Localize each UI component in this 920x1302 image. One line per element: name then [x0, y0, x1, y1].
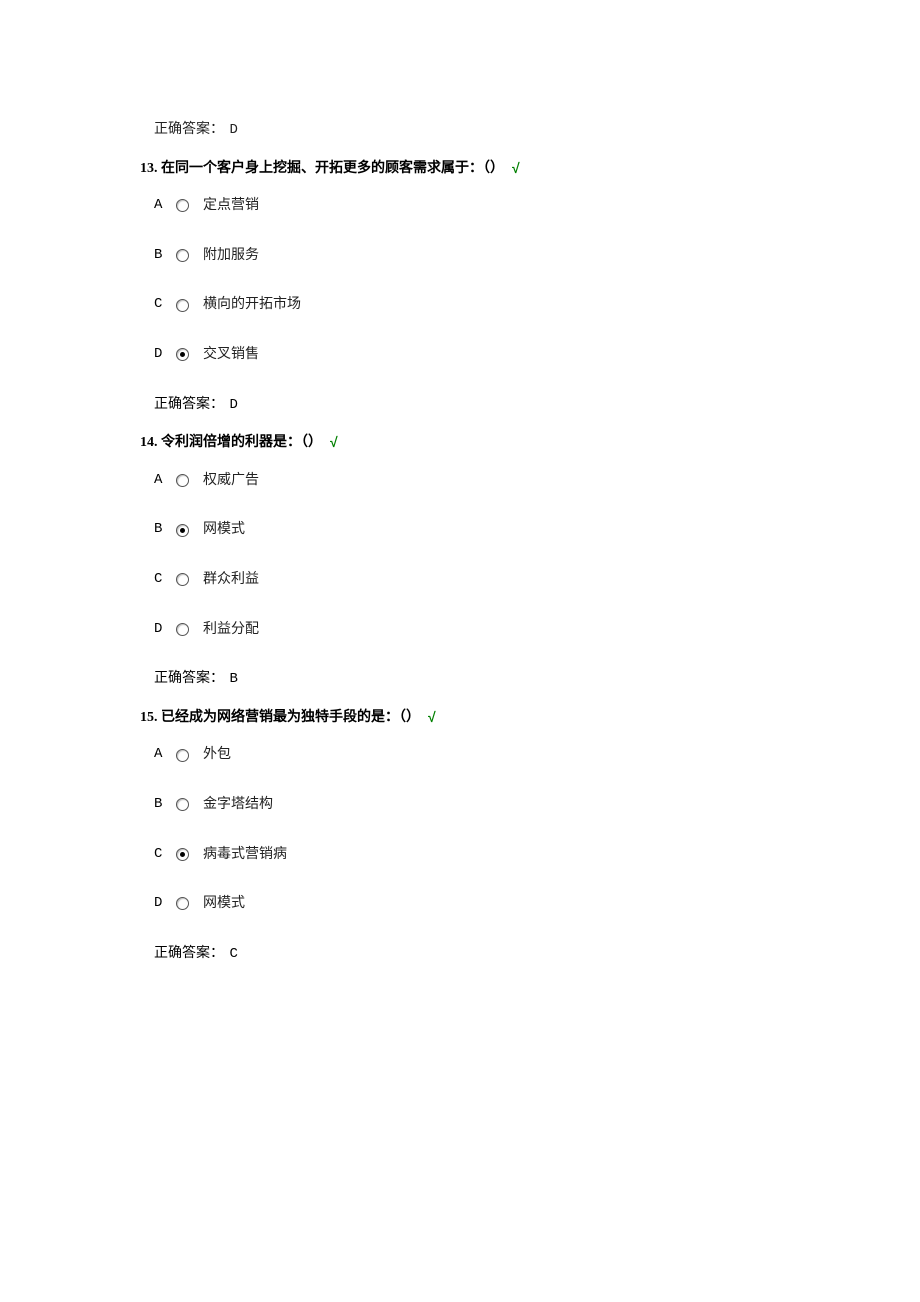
option-text: 定点营销 [203, 196, 259, 216]
option-letter: C [154, 845, 172, 865]
answer-line: 正确答案： D [154, 395, 760, 416]
option-letter: D [154, 345, 172, 365]
option-letter: C [154, 295, 172, 315]
radio-button[interactable] [176, 623, 189, 636]
option-text: 病毒式营销病 [203, 845, 287, 865]
radio-button[interactable] [176, 749, 189, 762]
answer-label: 正确答案： [154, 397, 228, 412]
question-number: 15. [140, 708, 161, 728]
check-icon: √ [512, 159, 520, 179]
question-text: 已经成为网络营销最为独特手段的是：（） [161, 708, 420, 728]
option-row: B 金字塔结构 [154, 795, 760, 815]
option-letter: B [154, 246, 172, 266]
answer-label: 正确答案： [154, 946, 228, 961]
radio-button[interactable] [176, 249, 189, 262]
option-row: D 利益分配 [154, 620, 760, 640]
option-letter: D [154, 894, 172, 914]
page-content: 正确答案： D 13. 在同一个客户身上挖掘、开拓更多的顾客需求属于：（） √ A 定… [0, 0, 760, 964]
option-text: 权威广告 [203, 471, 259, 491]
answer-value: D [230, 397, 238, 413]
option-text: 群众利益 [203, 570, 259, 590]
question-header: 15. 已经成为网络营销最为独特手段的是：（） √ [140, 708, 760, 728]
top-answer-value: D [230, 122, 238, 138]
answer-value: B [230, 671, 238, 687]
answer-value: C [230, 946, 238, 962]
radio-button[interactable] [176, 524, 189, 537]
check-icon: √ [330, 433, 338, 453]
option-letter: B [154, 795, 172, 815]
option-text: 横向的开拓市场 [203, 295, 301, 315]
option-row: B 附加服务 [154, 246, 760, 266]
option-row: A 外包 [154, 745, 760, 765]
question-header: 14. 令利润倍增的利器是：（） √ [140, 433, 760, 453]
option-row: D 网模式 [154, 894, 760, 914]
option-row: A 权威广告 [154, 471, 760, 491]
option-text: 利益分配 [203, 620, 259, 640]
radio-dot-icon [180, 528, 185, 533]
option-text: 网模式 [203, 520, 245, 540]
option-letter: D [154, 620, 172, 640]
option-letter: C [154, 570, 172, 590]
radio-button[interactable] [176, 573, 189, 586]
top-answer-line: 正确答案： D [154, 120, 760, 141]
option-row: B 网模式 [154, 520, 760, 540]
answer-line: 正确答案： C [154, 944, 760, 965]
option-text: 网模式 [203, 894, 245, 914]
radio-button[interactable] [176, 474, 189, 487]
option-letter: A [154, 196, 172, 216]
option-text: 交叉销售 [203, 345, 259, 365]
radio-button[interactable] [176, 199, 189, 212]
option-row: C 病毒式营销病 [154, 845, 760, 865]
answer-line: 正确答案： B [154, 669, 760, 690]
check-icon: √ [428, 708, 436, 728]
radio-button[interactable] [176, 798, 189, 811]
questions-container: 13. 在同一个客户身上挖掘、开拓更多的顾客需求属于：（） √ A 定点营销 B 附加服务… [140, 159, 760, 965]
option-text: 金字塔结构 [203, 795, 273, 815]
question-block: 13. 在同一个客户身上挖掘、开拓更多的顾客需求属于：（） √ A 定点营销 B 附加服务… [140, 159, 760, 416]
question-block: 15. 已经成为网络营销最为独特手段的是：（） √ A 外包 B 金字塔结构 C 病毒式营销病… [140, 708, 760, 965]
question-number: 14. [140, 433, 161, 453]
question-text: 令利润倍增的利器是：（） [161, 433, 322, 453]
question-number: 13. [140, 159, 161, 179]
radio-button[interactable] [176, 897, 189, 910]
top-answer-label: 正确答案： [154, 122, 228, 137]
option-letter: A [154, 471, 172, 491]
option-text: 外包 [203, 745, 231, 765]
radio-button[interactable] [176, 299, 189, 312]
option-letter: B [154, 520, 172, 540]
question-header: 13. 在同一个客户身上挖掘、开拓更多的顾客需求属于：（） √ [140, 159, 760, 179]
radio-button[interactable] [176, 848, 189, 861]
radio-button[interactable] [176, 348, 189, 361]
option-text: 附加服务 [203, 246, 259, 266]
option-row: A 定点营销 [154, 196, 760, 216]
question-text: 在同一个客户身上挖掘、开拓更多的顾客需求属于：（） [161, 159, 504, 179]
option-row: D 交叉销售 [154, 345, 760, 365]
answer-label: 正确答案： [154, 671, 228, 686]
radio-dot-icon [180, 852, 185, 857]
option-row: C 横向的开拓市场 [154, 295, 760, 315]
option-letter: A [154, 745, 172, 765]
question-block: 14. 令利润倍增的利器是：（） √ A 权威广告 B 网模式 C 群众利益 D 利益分配正确答案… [140, 433, 760, 690]
radio-dot-icon [180, 352, 185, 357]
option-row: C 群众利益 [154, 570, 760, 590]
